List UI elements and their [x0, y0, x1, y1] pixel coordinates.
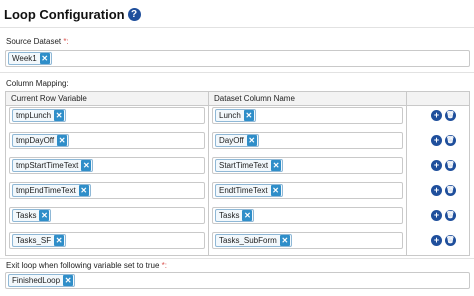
row-actions: + 🗑 [431, 160, 456, 171]
header-actions [406, 92, 469, 106]
source-dataset-tag: Week1 ✕ [8, 52, 52, 65]
column-tag: Lunch ✕ [215, 109, 256, 122]
remove-tag-icon[interactable]: ✕ [63, 275, 74, 286]
column-tag: Tasks ✕ [215, 209, 255, 222]
variable-tag: tmpEndTimeText ✕ [12, 184, 91, 197]
column-tag: StartTimeText ✕ [215, 159, 284, 172]
dataset-column-field[interactable]: Tasks_SubForm ✕ [212, 232, 403, 249]
column-tag: DayOff ✕ [215, 134, 259, 147]
remove-tag-icon[interactable]: ✕ [279, 235, 290, 246]
delete-row-icon[interactable]: 🗑 [445, 110, 456, 121]
help-icon[interactable]: ? [127, 7, 141, 21]
variable-tag: tmpDayOff ✕ [12, 134, 70, 147]
dataset-column-field[interactable]: Tasks ✕ [212, 207, 403, 224]
exit-loop-tag: FinishedLoop ✕ [8, 274, 76, 287]
variable-tag: Tasks_SF ✕ [12, 234, 67, 247]
column-mapping-label: Column Mapping: [6, 79, 69, 88]
remove-tag-icon[interactable]: ✕ [242, 210, 253, 221]
page-title: Loop Configuration [4, 6, 125, 22]
remove-tag-icon[interactable]: ✕ [54, 235, 65, 246]
row-actions: + 🗑 [431, 135, 456, 146]
dataset-column-field[interactable]: StartTimeText ✕ [212, 157, 403, 174]
current-row-variable-field[interactable]: Tasks ✕ [9, 207, 205, 224]
remove-tag-icon[interactable]: ✕ [270, 185, 281, 196]
column-mapping-grid: Current Row Variable Dataset Column Name… [5, 91, 470, 256]
row-actions: + 🗑 [431, 210, 456, 221]
add-row-icon[interactable]: + [431, 235, 442, 246]
divider [0, 72, 474, 73]
source-dataset-field[interactable]: Week1 ✕ [5, 50, 470, 67]
delete-row-icon[interactable]: 🗑 [445, 135, 456, 146]
remove-tag-icon[interactable]: ✕ [39, 53, 50, 64]
add-row-icon[interactable]: + [431, 110, 442, 121]
source-dataset-label: Source Dataset *: [6, 37, 69, 46]
delete-row-icon[interactable]: 🗑 [445, 210, 456, 221]
row-actions: + 🗑 [431, 185, 456, 196]
remove-tag-icon[interactable]: ✕ [243, 110, 254, 121]
remove-tag-icon[interactable]: ✕ [54, 110, 65, 121]
add-row-icon[interactable]: + [431, 160, 442, 171]
divider [0, 27, 474, 28]
row-actions: + 🗑 [431, 235, 456, 246]
divider [0, 258, 474, 259]
variable-tag: tmpStartTimeText ✕ [12, 159, 94, 172]
delete-row-icon[interactable]: 🗑 [445, 235, 456, 246]
remove-tag-icon[interactable]: ✕ [78, 185, 89, 196]
exit-loop-label: Exit loop when following variable set to… [6, 261, 167, 270]
delete-row-icon[interactable]: 🗑 [445, 185, 456, 196]
dataset-column-field[interactable]: EndtTimeText ✕ [212, 182, 403, 199]
exit-loop-field[interactable]: FinishedLoop ✕ [5, 272, 470, 289]
grid-divider [208, 92, 209, 255]
remove-tag-icon[interactable]: ✕ [81, 160, 92, 171]
current-row-variable-field[interactable]: tmpLunch ✕ [9, 107, 205, 124]
add-row-icon[interactable]: + [431, 185, 442, 196]
delete-row-icon[interactable]: 🗑 [445, 160, 456, 171]
header-current-row-variable: Current Row Variable [6, 92, 209, 106]
remove-tag-icon[interactable]: ✕ [271, 160, 282, 171]
grid-divider [406, 92, 407, 255]
add-row-icon[interactable]: + [431, 210, 442, 221]
column-tag: EndtTimeText ✕ [215, 184, 283, 197]
column-tag: Tasks_SubForm ✕ [215, 234, 292, 247]
dataset-column-field[interactable]: Lunch ✕ [212, 107, 403, 124]
page-title-bar: Loop Configuration ? [4, 4, 141, 24]
dataset-column-field[interactable]: DayOff ✕ [212, 132, 403, 149]
remove-tag-icon[interactable]: ✕ [57, 135, 68, 146]
current-row-variable-field[interactable]: Tasks_SF ✕ [9, 232, 205, 249]
header-dataset-column-name: Dataset Column Name [209, 92, 406, 106]
current-row-variable-field[interactable]: tmpEndTimeText ✕ [9, 182, 205, 199]
add-row-icon[interactable]: + [431, 135, 442, 146]
current-row-variable-field[interactable]: tmpDayOff ✕ [9, 132, 205, 149]
variable-tag: Tasks ✕ [12, 209, 52, 222]
remove-tag-icon[interactable]: ✕ [246, 135, 257, 146]
current-row-variable-field[interactable]: tmpStartTimeText ✕ [9, 157, 205, 174]
variable-tag: tmpLunch ✕ [12, 109, 67, 122]
row-actions: + 🗑 [431, 110, 456, 121]
remove-tag-icon[interactable]: ✕ [39, 210, 50, 221]
